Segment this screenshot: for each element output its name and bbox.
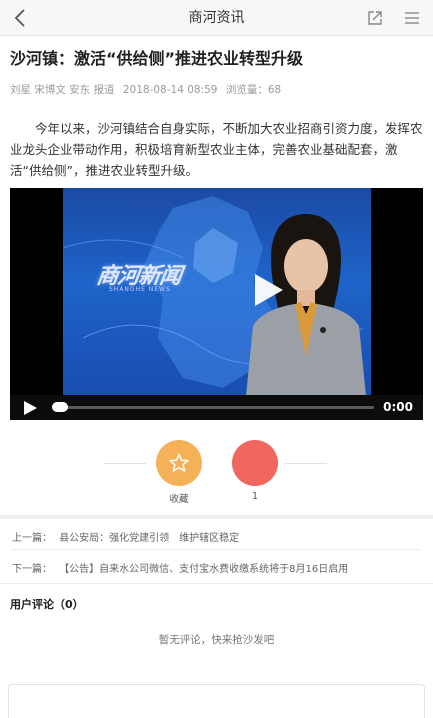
prev-label: 上一篇：	[12, 533, 52, 544]
video-player[interactable]: 商河新闻 SHANGHE NEWS 0:00	[10, 188, 423, 420]
play-overlay-button[interactable]	[248, 270, 288, 310]
article-meta: 刘星 宋博文 安东 报道 2018-08-14 08:59 浏览量：68	[10, 82, 423, 97]
video-controls: 0:00	[10, 395, 423, 420]
article-title: 沙河镇：激活“供给侧”推进农业转型升级	[10, 49, 304, 68]
empty-comments-text: 暂无评论，快来抢沙发吧	[158, 634, 275, 646]
article-body: 今年以来，沙河镇结合自身实际，不断加大农业招商引资力度，发挥农业龙头企业带动作用…	[10, 121, 423, 178]
divider-line	[12, 549, 421, 550]
video-time: 0:00	[383, 400, 413, 414]
play-icon	[255, 274, 283, 306]
divider-line	[104, 463, 146, 464]
next-label: 下一篇：	[12, 564, 52, 575]
prev-article-link[interactable]: 上一篇： 县公安局：强化党建引领 维护辖区稳定	[0, 529, 433, 544]
views-count: 68	[267, 84, 282, 96]
progress-track[interactable]	[54, 406, 374, 409]
top-nav-bar: 商河资讯	[0, 0, 433, 36]
share-icon	[368, 11, 382, 25]
play-button[interactable]	[22, 400, 38, 416]
next-article-link[interactable]: 下一篇： 【公告】自来水公司微信、支付宝水费收缴系统将于8月16日启用	[0, 560, 433, 575]
video-frame: 商河新闻 SHANGHE NEWS	[63, 188, 371, 395]
star-icon	[169, 453, 189, 472]
like-count: 1	[251, 491, 259, 502]
menu-button[interactable]	[399, 5, 425, 31]
divider-line	[285, 463, 327, 464]
comment-input[interactable]	[8, 684, 425, 718]
section-divider	[0, 515, 433, 519]
article-authors: 刘星 宋博文 安东 报道	[10, 84, 115, 96]
favorite-button[interactable]	[156, 440, 202, 486]
play-icon	[24, 401, 37, 415]
menu-icon	[405, 12, 419, 24]
views-label: 浏览量：	[225, 84, 268, 96]
news-logo-sub: SHANGHE NEWS	[109, 286, 171, 293]
progress-thumb[interactable]	[52, 402, 68, 412]
like-button[interactable]	[232, 440, 278, 486]
article-datetime: 2018-08-14 08:59	[122, 84, 218, 96]
favorite-label: 收藏	[169, 494, 189, 505]
divider-line	[0, 583, 433, 584]
comments-heading: 用户评论（0）	[10, 598, 84, 611]
share-button[interactable]	[362, 5, 388, 31]
prev-title: 县公安局：强化党建引领 维护辖区稳定	[59, 533, 240, 544]
next-title: 【公告】自来水公司微信、支付宝水费收缴系统将于8月16日启用	[59, 564, 349, 575]
